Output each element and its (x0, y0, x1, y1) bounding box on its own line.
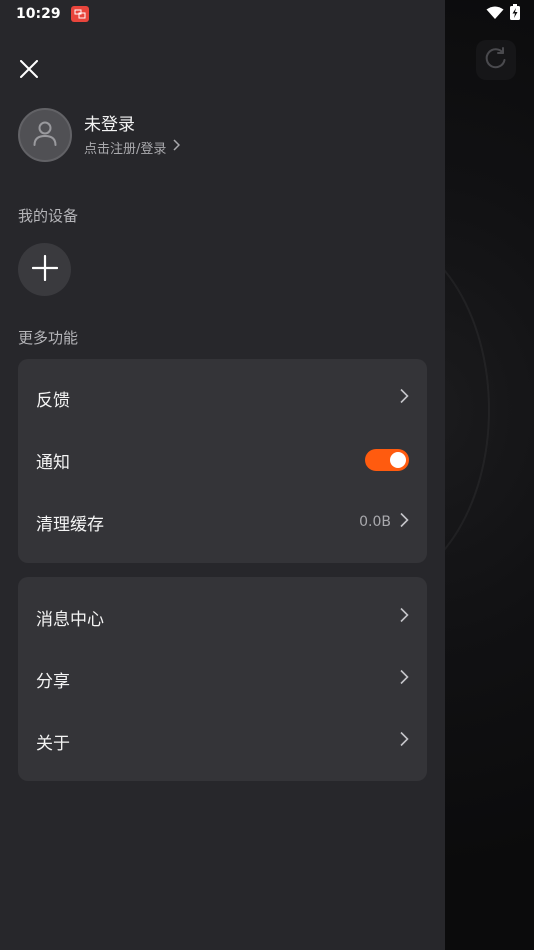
notification-toggle[interactable] (365, 449, 409, 471)
side-drawer: 10:29 未登录 点击注册/登录 我的设备 更多功能 反馈 通知 清理缓存 0… (0, 0, 445, 950)
cache-size: 0.0B (359, 514, 391, 530)
info-card: 消息中心 分享 关于 (18, 577, 427, 781)
avatar (18, 108, 72, 162)
notification-app-icon (70, 6, 89, 22)
close-button[interactable] (14, 56, 44, 86)
settings-card: 反馈 通知 清理缓存 0.0B (18, 359, 427, 563)
row-label: 分享 (36, 671, 70, 692)
refresh-icon (483, 45, 509, 75)
status-time: 10:29 (16, 6, 61, 22)
row-notification: 通知 (18, 429, 427, 491)
wifi-icon (486, 5, 504, 24)
profile-name: 未登录 (84, 114, 135, 135)
status-bar: 10:29 (0, 0, 445, 28)
battery-charging-icon (510, 4, 520, 24)
chevron-right-icon (399, 607, 409, 627)
status-bar-right (486, 4, 520, 24)
row-label: 通知 (36, 452, 70, 473)
chevron-right-icon (172, 139, 181, 155)
row-clear-cache[interactable]: 清理缓存 0.0B (18, 491, 427, 553)
row-label: 关于 (36, 733, 70, 754)
section-title-my-devices: 我的设备 (18, 207, 79, 225)
user-icon (31, 119, 59, 151)
row-feedback[interactable]: 反馈 (18, 367, 427, 429)
chevron-right-icon (399, 512, 409, 532)
chevron-right-icon (399, 388, 409, 408)
row-share[interactable]: 分享 (18, 648, 427, 710)
row-label: 清理缓存 (36, 514, 104, 535)
chevron-right-icon (399, 669, 409, 689)
row-about[interactable]: 关于 (18, 710, 427, 772)
toggle-knob (390, 452, 406, 468)
refresh-button[interactable] (476, 40, 516, 80)
row-label: 消息中心 (36, 609, 104, 630)
close-icon (20, 60, 38, 82)
chevron-right-icon (399, 731, 409, 751)
row-label: 反馈 (36, 390, 70, 411)
profile-login[interactable]: 未登录 点击注册/登录 (18, 108, 181, 162)
profile-subtitle: 点击注册/登录 (84, 141, 167, 157)
section-title-more-features: 更多功能 (18, 329, 79, 347)
add-device-button[interactable] (18, 243, 71, 296)
plus-icon (31, 254, 58, 285)
row-message-center[interactable]: 消息中心 (18, 586, 427, 648)
